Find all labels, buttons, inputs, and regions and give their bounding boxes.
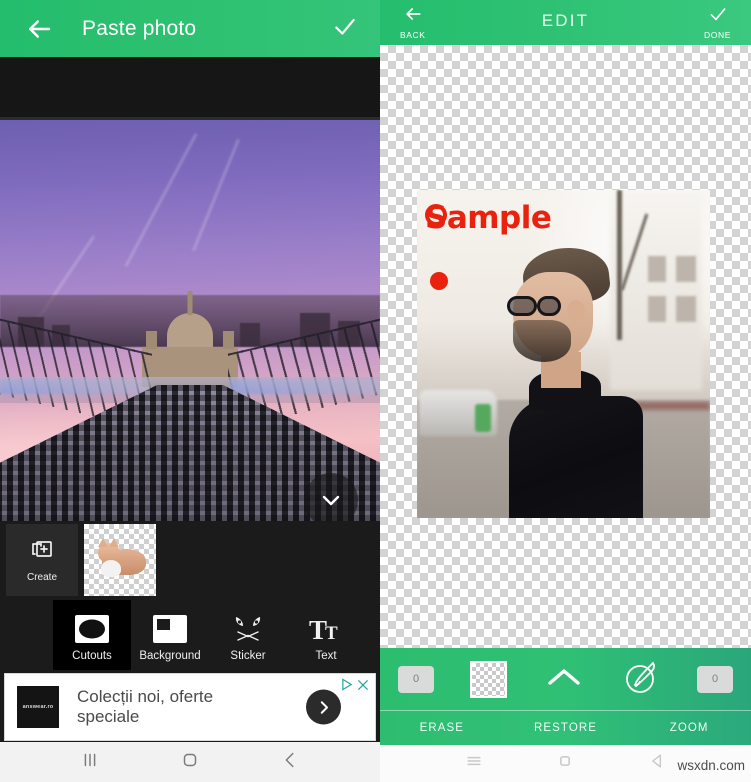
page-title: EDIT: [541, 11, 590, 30]
ad-headline-line2: speciale: [77, 707, 140, 726]
home-square-icon[interactable]: [555, 751, 575, 776]
cat-cutout-image: [92, 538, 148, 579]
dot-icon: [430, 272, 448, 290]
check-icon[interactable]: [332, 13, 358, 44]
left-appbar: Paste photo: [0, 0, 380, 57]
home-square-icon[interactable]: [179, 749, 201, 776]
tab-text[interactable]: T T Text: [287, 600, 365, 670]
close-icon[interactable]: [357, 678, 369, 696]
check-icon: [707, 4, 729, 29]
tool-label: Cutouts: [72, 649, 112, 662]
adchoices-icon[interactable]: [341, 678, 354, 696]
done-button[interactable]: DONE: [704, 4, 731, 40]
ad-advertiser-logo: answear.ro: [17, 686, 59, 728]
tool-label: Background: [139, 649, 201, 662]
right-screen: BACK EDIT DONE Sample 0 0 ERASE RESTORE …: [380, 0, 751, 782]
brush-circle-icon[interactable]: [622, 657, 662, 702]
tool-label: Sticker: [230, 649, 266, 662]
chevron-right-icon[interactable]: [306, 689, 341, 725]
create-label: Create: [26, 571, 57, 583]
left-screen: Paste photo Create Cutouts Background St…: [0, 0, 380, 782]
tab-cutouts[interactable]: Cutouts: [53, 600, 131, 670]
cutout-thumbnail-cat[interactable]: [84, 524, 156, 596]
transparent-swatch-icon[interactable]: [469, 660, 507, 698]
text-tt-icon: T T: [308, 615, 344, 643]
left-toolbar: Cutouts Background Sticker T T Text: [0, 599, 380, 671]
svg-text:T: T: [325, 623, 338, 643]
tab-restore[interactable]: RESTORE: [504, 722, 628, 734]
erase-size-badge[interactable]: 0: [398, 665, 434, 693]
tab-zoom[interactable]: ZOOM: [627, 722, 751, 734]
subject-person: [505, 243, 645, 518]
tab-erase[interactable]: ERASE: [380, 722, 504, 734]
edit-tool-row: 0 0: [380, 648, 751, 710]
tab-background[interactable]: Background: [131, 600, 209, 670]
tab-sticker[interactable]: Sticker: [209, 600, 287, 670]
pasted-photo[interactable]: [0, 117, 380, 521]
done-label: DONE: [704, 30, 731, 40]
edit-canvas[interactable]: Sample: [380, 45, 751, 685]
menu-lines-icon[interactable]: [464, 751, 484, 776]
ad-headline: Colecții noi, oferte speciale: [77, 687, 213, 727]
create-cutout-button[interactable]: Create: [6, 524, 78, 596]
dual-screenshot-container: Paste photo Create Cutouts Background St…: [0, 0, 751, 782]
site-watermark: wsxdn.com: [677, 758, 745, 773]
recents-bars-icon[interactable]: [79, 749, 101, 776]
android-navbar-left: [0, 742, 380, 782]
back-chevron-icon[interactable]: [279, 749, 301, 776]
edited-photo[interactable]: Sample: [417, 190, 710, 518]
cat-whiskers-icon: [230, 615, 266, 643]
zoom-level-badge[interactable]: 0: [697, 665, 733, 693]
ad-choices-controls: [341, 678, 369, 696]
ad-headline-line1: Colecții noi, oferte: [77, 687, 214, 706]
canvas-top-padding: [0, 57, 380, 117]
page-title: Paste photo: [82, 16, 197, 40]
chevron-down-icon[interactable]: [304, 473, 358, 521]
watermark-text: Sample: [425, 200, 552, 236]
cutouts-tray: Create: [0, 521, 380, 599]
ellipse-cutout-icon: [73, 614, 111, 643]
edit-tab-row: ERASE RESTORE ZOOM: [380, 710, 751, 745]
ad-banner[interactable]: answear.ro Colecții noi, oferte speciale: [4, 673, 376, 741]
tool-label: Text: [315, 649, 337, 662]
cathedral-dome: [167, 313, 213, 351]
back-label: BACK: [400, 30, 426, 40]
edit-bottom-toolbar: 0 0 ERASE RESTORE ZOOM: [380, 648, 751, 745]
background-bin: [475, 404, 491, 432]
back-triangle-icon[interactable]: [647, 751, 667, 776]
background-square-icon: [153, 614, 187, 643]
right-appbar: BACK EDIT DONE: [380, 0, 751, 45]
chevron-up-icon[interactable]: [542, 664, 586, 695]
add-layer-icon: [30, 538, 54, 567]
ad-logo-text: answear.ro: [22, 704, 54, 710]
arrow-left-icon[interactable]: [24, 14, 54, 44]
